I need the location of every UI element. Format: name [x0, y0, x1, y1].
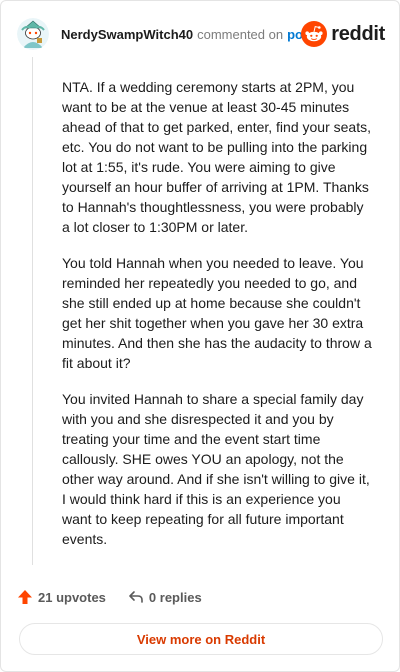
comment-paragraph: You invited Hannah to share a special fa…	[62, 391, 370, 547]
comment-paragraph: NTA. If a wedding ceremony starts at 2PM…	[62, 79, 371, 235]
comment-meta: NerdySwampWitch40 commented on post	[61, 27, 315, 42]
username-link[interactable]: NerdySwampWitch40	[61, 27, 193, 42]
commented-on-text: commented on	[197, 26, 284, 42]
comment-actions: 21 upvotes 0 replies	[17, 589, 202, 605]
reddit-brand[interactable]: reddit	[301, 21, 385, 47]
comment-header: NerdySwampWitch40 commented on post redd…	[17, 17, 385, 51]
comment-body: NTA. If a wedding ceremony starts at 2PM…	[62, 77, 372, 565]
view-more-on-reddit-button[interactable]: View more on Reddit	[19, 623, 383, 655]
reddit-wordmark: reddit	[331, 22, 385, 45]
reddit-logo-icon	[301, 21, 328, 47]
comment-paragraph: You told Hannah when you needed to leave…	[62, 255, 372, 371]
user-avatar[interactable]	[17, 18, 49, 50]
comment-embed-card: NerdySwampWitch40 commented on post redd…	[0, 0, 400, 672]
snoo-avatar-icon	[17, 18, 49, 50]
upvote-arrow-icon	[18, 590, 32, 604]
thread-line	[32, 57, 33, 565]
reply-arrow-icon	[129, 591, 143, 603]
reply-count: 0 replies	[148, 589, 202, 605]
upvote-button[interactable]: 21 upvotes	[17, 589, 106, 605]
replies-button[interactable]: 0 replies	[128, 589, 202, 605]
upvote-count: 21 upvotes	[38, 589, 106, 605]
